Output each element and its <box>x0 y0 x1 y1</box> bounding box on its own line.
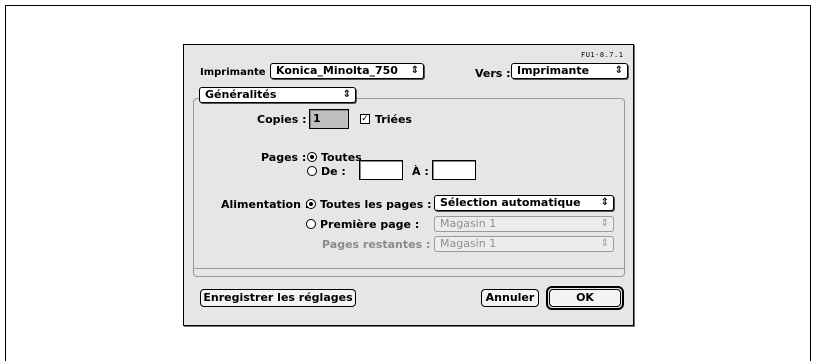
first-page-tray-popup[interactable]: Magasin 1 ⇕ <box>434 216 614 232</box>
popup-arrows-icon: ⇕ <box>600 218 609 229</box>
section-popup[interactable]: Généralités ⇕ <box>199 87 356 103</box>
pages-all-label: Toutes <box>321 151 362 164</box>
first-page-label: Première page : <box>320 218 420 231</box>
copies-label: Copies : <box>257 113 307 126</box>
remaining-pages-label: Pages restantes : <box>322 238 431 251</box>
popup-arrows-icon: ⇕ <box>410 65 419 76</box>
remaining-pages-tray-popup[interactable]: Magasin 1 ⇕ <box>434 236 614 252</box>
paper-source-label: Alimentation : <box>221 198 310 211</box>
collated-label: Triées <box>375 113 412 126</box>
pages-from-input[interactable] <box>359 160 403 180</box>
all-pages-tray-popup[interactable]: Sélection automatique ⇕ <box>434 195 614 211</box>
printer-popup[interactable]: Konica_Minolta_750 ⇕ <box>270 63 424 79</box>
pages-to-label: À : <box>412 165 429 178</box>
destination-popup[interactable]: Imprimante ⇕ <box>511 63 628 79</box>
destination-label: Vers : <box>475 67 511 80</box>
pages-from-label: De : <box>321 165 346 178</box>
remaining-pages-tray-value: Magasin 1 <box>440 237 497 250</box>
all-pages-radio[interactable] <box>306 199 316 209</box>
popup-arrows-icon: ⇕ <box>342 89 351 100</box>
popup-arrows-icon: ⇕ <box>600 197 609 208</box>
version-label: FU1-8.7.1 <box>581 51 624 59</box>
first-page-radio[interactable] <box>306 219 316 229</box>
printer-value: Konica_Minolta_750 <box>276 64 398 77</box>
cancel-button[interactable]: Annuler <box>481 289 539 307</box>
popup-arrows-icon: ⇕ <box>600 238 609 249</box>
section-value: Généralités <box>205 88 277 101</box>
popup-arrows-icon: ⇕ <box>614 65 623 76</box>
printer-label: Imprimante : <box>200 67 273 78</box>
pages-range-radio[interactable] <box>307 166 317 176</box>
print-dialog: FU1-8.7.1 Imprimante : Konica_Minolta_75… <box>183 44 634 326</box>
pages-label: Pages : <box>261 151 307 164</box>
pages-all-radio[interactable] <box>307 152 317 162</box>
all-pages-tray-value: Sélection automatique <box>440 196 581 209</box>
save-settings-button[interactable]: Enregistrer les réglages <box>200 289 356 307</box>
divider <box>193 268 624 269</box>
pages-to-input[interactable] <box>432 160 476 180</box>
ok-button[interactable]: OK <box>549 289 621 307</box>
first-page-tray-value: Magasin 1 <box>440 217 497 230</box>
collated-checkbox[interactable]: ✓ <box>360 114 370 124</box>
destination-value: Imprimante <box>517 64 590 77</box>
copies-input[interactable]: 1 <box>309 109 349 129</box>
all-pages-label: Toutes les pages : <box>320 198 432 211</box>
